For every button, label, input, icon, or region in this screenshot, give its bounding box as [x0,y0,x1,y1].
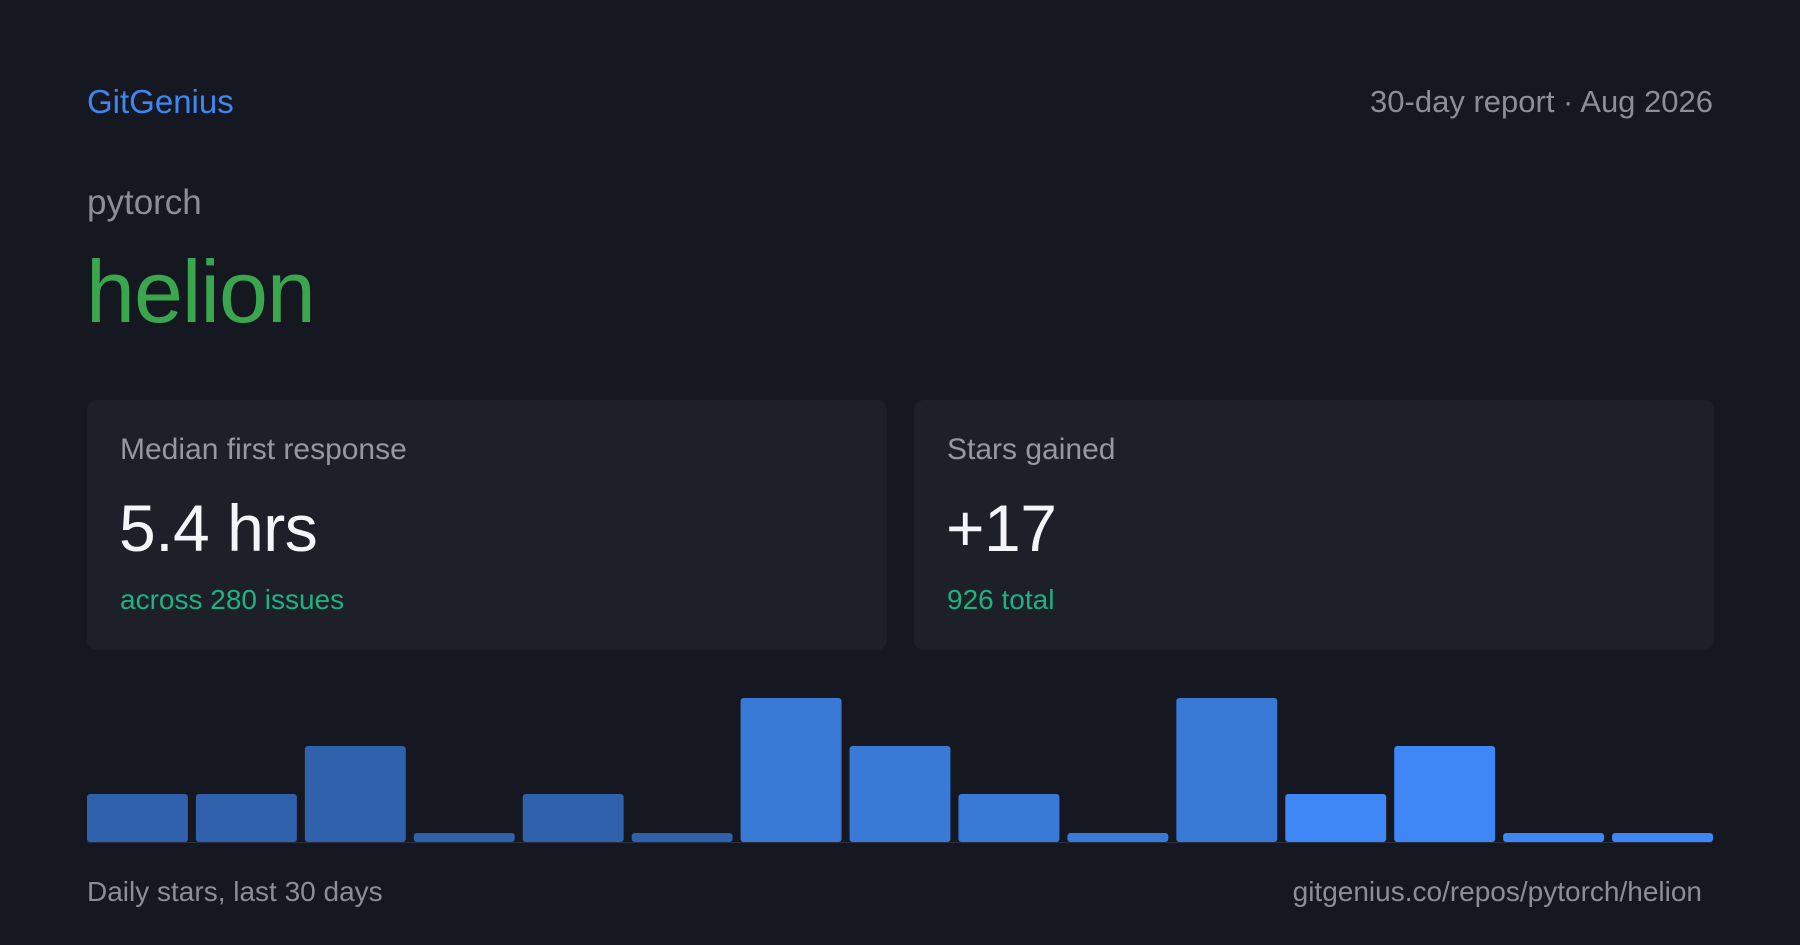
chart-bar [87,794,188,842]
chart-bar [522,794,624,842]
chart-caption: Daily stars, last 30 days [87,876,383,907]
chart-bar [304,746,406,842]
repo-url: gitgenius.co/repos/pytorch/helion [1292,876,1702,907]
card-subtext: across 280 issues [120,584,345,615]
chart-bar [1176,698,1278,842]
report-period: 30-day report · Aug 2026 [1370,84,1713,119]
chart-bar [1394,746,1496,842]
card-label: Median first response [120,433,407,466]
chart-bar [1612,833,1713,842]
card-value: 5.4 hrs [119,491,318,565]
chart-bar [195,794,297,842]
chart-bar [1503,833,1605,842]
chart-bar [631,833,733,842]
chart-bar [1067,833,1169,842]
chart-bar [740,698,842,842]
card-label: Stars gained [947,433,1116,466]
repo-owner: pytorch [87,183,202,222]
daily-stars-chart [87,690,1713,844]
card-subtext: 926 total [947,584,1055,615]
repo-name: helion [86,242,316,341]
median-response-card: Median first response 5.4 hrs across 280… [87,400,887,650]
brand-logo-text: GitGenius [87,83,234,120]
chart-bar [413,833,515,842]
card-value: +17 [946,491,1057,565]
chart-bar [849,746,951,842]
stars-gained-card: Stars gained +17 926 total [914,400,1714,650]
daily-stars-bars [87,698,1713,843]
chart-bar [958,794,1060,842]
chart-bar [1285,794,1387,842]
